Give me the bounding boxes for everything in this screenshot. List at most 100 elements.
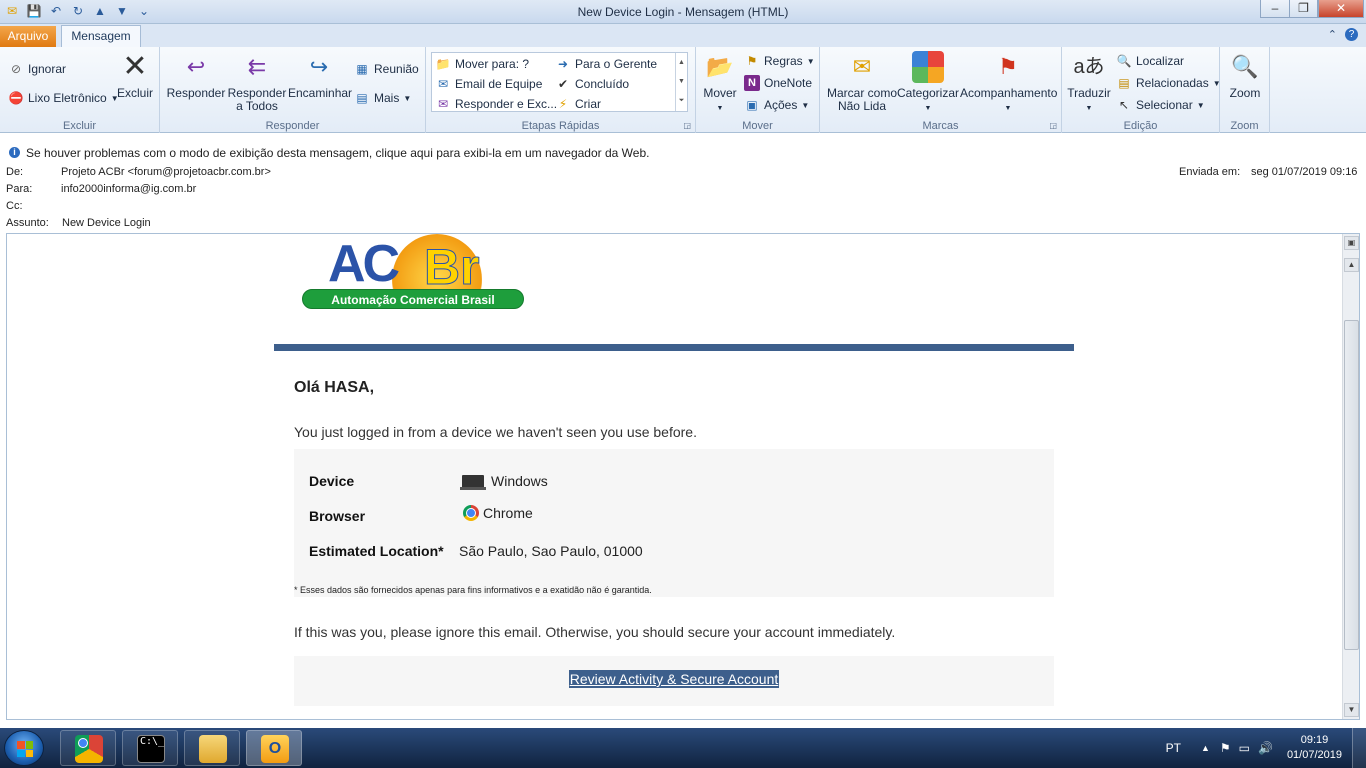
infobar[interactable]: i Se houver problemas com o modo de exib…	[0, 142, 1366, 162]
scroll-up-arrow[interactable]: ▲	[1344, 258, 1359, 272]
group-marcas: ✉ Marcar como Não Lida Categorizar ▼ ⚑ A…	[820, 47, 1062, 133]
message-body-pane[interactable]: AC Br Automação Comercial Brasil Olá HAS…	[6, 233, 1360, 720]
start-button[interactable]	[4, 730, 44, 766]
acoes-button[interactable]: ▣ Ações ▼	[744, 97, 809, 113]
categorize-icon	[912, 51, 944, 83]
info-icon: i	[9, 147, 20, 158]
device-label: Device	[309, 473, 355, 489]
traduzir-label: Traduzir	[1067, 86, 1111, 100]
excluir-button[interactable]: ✕ Excluir	[114, 51, 156, 100]
view-toggle-icon[interactable]: ▣	[1344, 236, 1359, 250]
device-details-box: Device Windows Browser Chrome Estimated …	[294, 449, 1054, 597]
to-value[interactable]: info2000informa@ig.com.br	[61, 183, 196, 195]
encaminhar-button[interactable]: ↪ Encaminhar	[288, 51, 352, 100]
translate-icon: aあ	[1073, 56, 1105, 78]
dialog-launcher-icon[interactable]: ◲	[683, 121, 691, 130]
vertical-scrollbar[interactable]: ▣ ▲ ▼	[1342, 234, 1359, 719]
regras-label: Regras	[764, 54, 803, 68]
find-binoculars-icon: 🔍	[1116, 54, 1132, 68]
subject-label: Assunto:	[6, 217, 49, 229]
concluido-label: Concluído	[575, 77, 630, 91]
window-title: New Device Login - Mensagem (HTML)	[577, 5, 789, 19]
onenote-button[interactable]: N OneNote	[744, 75, 812, 91]
tab-file[interactable]: Arquivo	[0, 26, 56, 47]
responder-button[interactable]: ↩ Responder	[166, 51, 226, 100]
action-center-flag-icon[interactable]: ⚑	[1220, 741, 1231, 755]
relacionadas-label: Relacionadas	[1136, 76, 1209, 90]
rules-icon: ⚑	[746, 54, 758, 68]
selecionar-button[interactable]: ↖ Selecionar ▼	[1116, 97, 1205, 113]
ignorar-button[interactable]: ⊘ Ignorar	[8, 61, 66, 77]
unread-mail-icon: ✉	[852, 54, 872, 79]
cc-label: Cc:	[6, 200, 23, 212]
dropdown-arrow-icon: ▼	[1196, 100, 1205, 110]
maximize-button[interactable]: ❐	[1289, 0, 1318, 18]
magnifier-icon: 🔍	[1231, 54, 1259, 79]
dialog-launcher-icon[interactable]: ◲	[1049, 121, 1057, 130]
network-icon[interactable]: ▭	[1239, 741, 1250, 755]
group-mover: 📂 Mover ▼ ⚑ Regras ▼ N OneNote ▣ Ações ▼…	[696, 47, 820, 133]
infobar-text[interactable]: Se houver problemas com o modo de exibiç…	[26, 146, 649, 160]
responder-todos-button[interactable]: ⇇ Responder a Todos	[226, 51, 288, 113]
mais-button[interactable]: ▤ Mais ▼	[354, 90, 411, 106]
help-icon[interactable]: ?	[1345, 28, 1358, 41]
responder-todos-label-2: a Todos	[236, 99, 278, 113]
zoom-button[interactable]: 🔍 Zoom	[1224, 51, 1266, 100]
quickstep-criar[interactable]: ⚡ Criar	[555, 96, 601, 112]
acbr-logo: AC Br Automação Comercial Brasil	[302, 234, 532, 314]
quickstep-para-gerente[interactable]: ➜ Para o Gerente	[555, 56, 657, 72]
device-value: Windows	[491, 473, 548, 489]
taskbar-outlook[interactable]: O	[246, 730, 302, 766]
group-label-excluir: Excluir	[62, 120, 96, 132]
outlook-icon: O	[261, 735, 289, 763]
mover-button[interactable]: 📂 Mover ▼	[702, 51, 738, 115]
taskbar-cmd[interactable]: C:\_	[122, 730, 178, 766]
quickstep-responder-exc[interactable]: ✉ Responder e Exc...	[435, 96, 557, 112]
close-button[interactable]: ✕	[1318, 0, 1364, 18]
logo-ac-text: AC	[328, 235, 400, 293]
marcar-nao-lida-button[interactable]: ✉ Marcar como Não Lida	[824, 51, 900, 113]
minimize-button[interactable]: –	[1260, 0, 1290, 18]
categorizar-button[interactable]: Categorizar ▼	[896, 51, 960, 115]
relacionadas-button[interactable]: ▤ Relacionadas ▼	[1116, 75, 1220, 91]
collapse-ribbon-icon[interactable]: ⌃	[1328, 28, 1337, 41]
excluir-label: Excluir	[116, 86, 153, 100]
browser-value-wrap: Chrome	[463, 505, 533, 521]
gallery-scroll[interactable]: ▲ ▼ ⏷	[675, 53, 687, 111]
scroll-down-arrow[interactable]: ▼	[1344, 703, 1359, 717]
location-label: Estimated Location*	[309, 543, 444, 559]
review-activity-link[interactable]: Review Activity & Secure Account	[568, 670, 780, 688]
clock[interactable]: 09:19 01/07/2019	[1287, 733, 1342, 763]
folder-icon	[199, 735, 227, 763]
taskbar-explorer[interactable]	[184, 730, 240, 766]
criar-label: Criar	[575, 97, 601, 111]
junk-icon: ⛔	[8, 91, 24, 105]
marcar-label-2: Não Lida	[837, 99, 887, 113]
lixo-eletronico-button[interactable]: ⛔ Lixo Eletrônico ▼	[8, 90, 119, 106]
regras-button[interactable]: ⚑ Regras ▼	[744, 53, 815, 69]
traduzir-button[interactable]: aあ Traduzir ▼	[1066, 51, 1112, 115]
quickstep-mover-para[interactable]: 📁 Mover para: ?	[435, 56, 530, 72]
acompanhamento-button[interactable]: ⚑ Acompanhamento ▼	[960, 51, 1057, 115]
more-icon: ▤	[356, 91, 368, 105]
localizar-button[interactable]: 🔍 Localizar	[1116, 53, 1185, 69]
quickstep-concluido[interactable]: ✔ Concluído	[555, 76, 629, 92]
quickstep-email-equipe[interactable]: ✉ Email de Equipe	[435, 76, 542, 92]
language-indicator[interactable]: PT	[1166, 741, 1181, 755]
scroll-thumb[interactable]	[1344, 320, 1359, 650]
select-cursor-icon: ↖	[1118, 98, 1130, 112]
responder-todos-label-1: Responder	[227, 86, 287, 100]
ignore-icon: ⊘	[10, 62, 22, 76]
show-hidden-icons[interactable]: ▲	[1201, 743, 1210, 753]
dropdown-arrow-icon: ▼	[403, 93, 412, 103]
from-value[interactable]: Projeto ACBr <forum@projetoacbr.com.br>	[61, 166, 271, 178]
group-label-responder: Responder	[265, 120, 320, 132]
volume-icon[interactable]: 🔊	[1258, 741, 1273, 755]
tab-message[interactable]: Mensagem	[61, 25, 141, 47]
ribbon: ⊘ Ignorar ⛔ Lixo Eletrônico ▼ ✕ Excluir …	[0, 47, 1366, 133]
show-desktop-button[interactable]	[1352, 728, 1366, 768]
reuniao-button[interactable]: ▦ Reunião	[354, 61, 418, 77]
chrome-icon	[463, 505, 479, 521]
taskbar-chrome[interactable]	[60, 730, 116, 766]
team-email-icon: ✉	[437, 77, 449, 91]
